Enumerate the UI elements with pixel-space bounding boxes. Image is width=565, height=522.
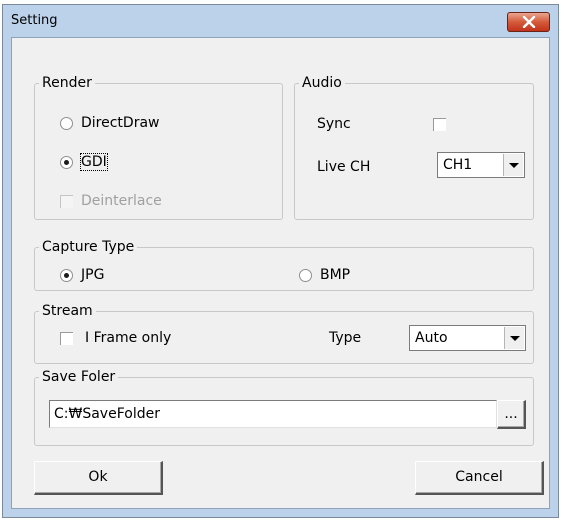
iframe-only-label: I Frame only xyxy=(85,330,172,346)
gdi-label: GDI xyxy=(80,153,108,171)
sync-checkbox[interactable] xyxy=(433,118,446,131)
browse-folder-button[interactable]: ... xyxy=(497,400,526,429)
stream-type-label: Type xyxy=(329,330,362,346)
settings-dialog: Setting Render DirectDraw GDI Deinterlac… xyxy=(2,4,559,518)
stream-legend: Stream xyxy=(42,303,93,319)
jpg-radio[interactable]: JPG xyxy=(60,266,104,284)
stream-type-value: Auto xyxy=(415,330,448,346)
capture-type-group: Capture Type xyxy=(34,239,534,291)
save-folder-path-input[interactable]: C:₩SaveFolder xyxy=(49,400,497,428)
chevron-down-icon[interactable] xyxy=(503,154,523,176)
jpg-radio-dot[interactable] xyxy=(60,268,73,282)
live-ch-label: Live CH xyxy=(317,159,371,175)
iframe-only-checkbox[interactable] xyxy=(60,332,73,345)
title-bar[interactable]: Setting xyxy=(3,5,558,37)
audio-legend: Audio xyxy=(302,75,342,91)
cancel-button-label: Cancel xyxy=(455,469,503,485)
capture-type-legend: Capture Type xyxy=(42,239,135,255)
stream-type-select[interactable]: Auto xyxy=(409,325,526,351)
gdi-radio[interactable]: GDI xyxy=(60,153,108,171)
jpg-label: JPG xyxy=(81,267,105,283)
gdi-radio-dot[interactable] xyxy=(60,155,73,169)
directdraw-radio[interactable]: DirectDraw xyxy=(60,114,159,132)
bmp-label: BMP xyxy=(320,267,351,283)
deinterlace-label: Deinterlace xyxy=(81,193,162,209)
bmp-radio-dot[interactable] xyxy=(299,268,312,282)
ok-button[interactable]: Ok xyxy=(34,461,163,495)
directdraw-radio-dot[interactable] xyxy=(60,116,73,130)
live-ch-select[interactable]: CH1 xyxy=(437,152,525,178)
close-button[interactable] xyxy=(507,12,550,32)
save-folder-legend: Save Foler xyxy=(42,369,116,385)
audio-group: Audio xyxy=(294,75,534,220)
close-x-icon xyxy=(522,16,536,28)
ok-button-label: Ok xyxy=(88,469,108,485)
window-title: Setting xyxy=(11,13,58,28)
chevron-down-icon[interactable] xyxy=(504,327,524,349)
deinterlace-checkbox xyxy=(60,195,73,208)
dialog-body: Render DirectDraw GDI Deinterlace Audio … xyxy=(11,37,550,509)
live-ch-value: CH1 xyxy=(443,157,473,173)
save-folder-path-value: C:₩SaveFolder xyxy=(54,406,160,422)
directdraw-label: DirectDraw xyxy=(81,115,160,131)
bmp-radio[interactable]: BMP xyxy=(299,266,350,284)
browse-folder-label: ... xyxy=(504,406,518,422)
cancel-button[interactable]: Cancel xyxy=(415,461,544,495)
sync-label: Sync xyxy=(317,116,351,132)
render-legend: Render xyxy=(42,75,92,91)
